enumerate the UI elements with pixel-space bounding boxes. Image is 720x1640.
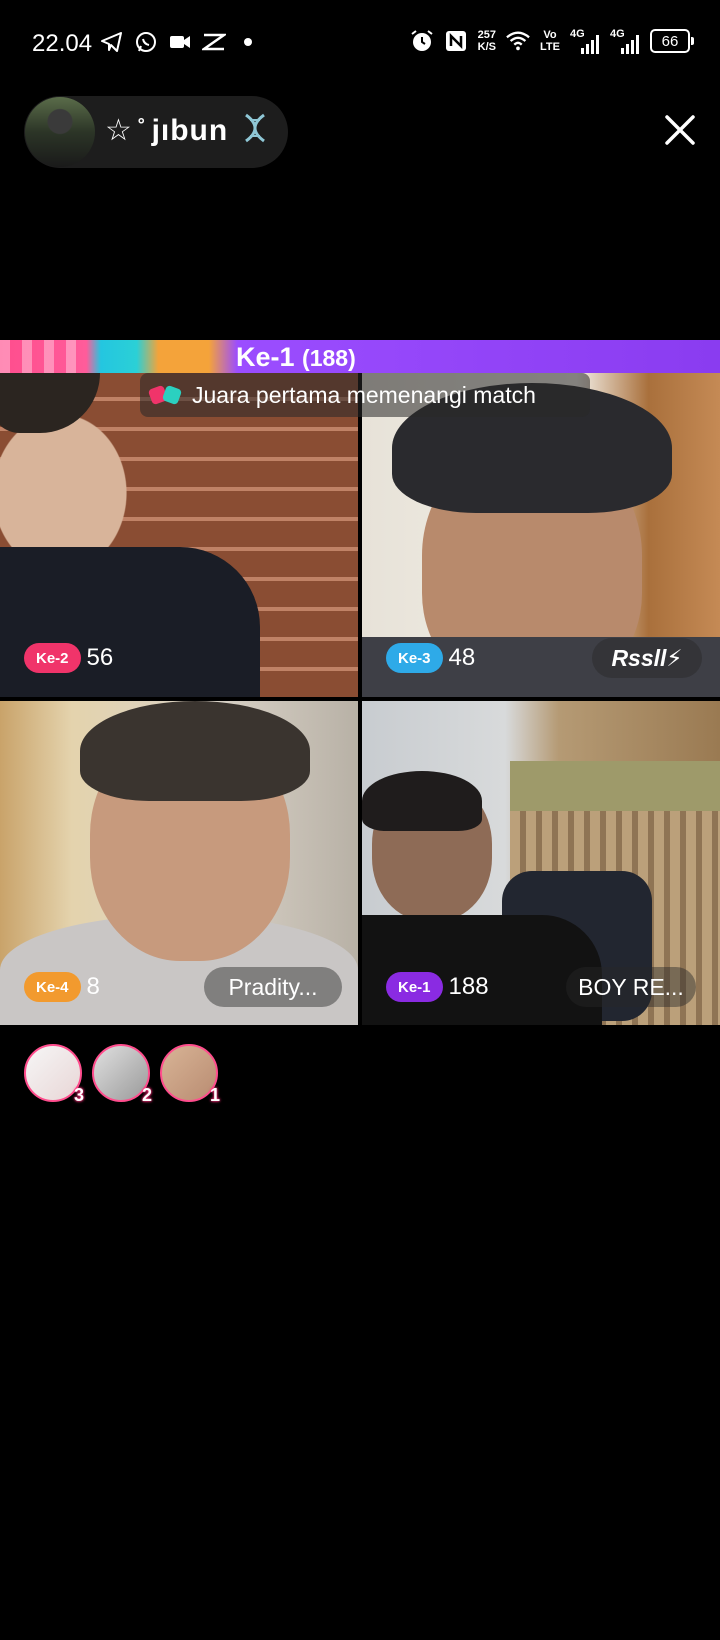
- volte-indicator: Vo LTE: [540, 29, 560, 53]
- player-score-4: Ke-4 8: [24, 967, 100, 1007]
- player-name: Rssll⚡: [611, 644, 683, 671]
- top-gifter-rank: 2: [141, 1085, 152, 1105]
- player-score: 48: [448, 644, 476, 671]
- match-notice-text: Juara pertama memenangi match: [192, 381, 536, 408]
- battery-indicator: 66: [650, 29, 694, 53]
- player-score: 8: [86, 973, 100, 1000]
- volte-bottom: LTE: [540, 41, 560, 53]
- top-gifter-rank: 1: [209, 1085, 220, 1105]
- top-gifter-avatar[interactable]: 1: [160, 1044, 220, 1105]
- player-name-pill[interactable]: Pradity...: [204, 967, 342, 1007]
- player-name: BOY RE...: [578, 973, 684, 1000]
- guest-image: [80, 701, 310, 801]
- dna-icon: [242, 113, 268, 151]
- player-score-3: Ke-3 48: [386, 638, 475, 678]
- wifi-icon: [506, 29, 530, 53]
- player-name-pill[interactable]: Rssll⚡: [592, 638, 702, 678]
- network-speed-unit: K/S: [477, 41, 497, 53]
- signal-2: 4G: [610, 28, 640, 54]
- nfc-icon: [444, 29, 468, 53]
- player-score-1: Ke-1 188: [386, 967, 489, 1007]
- close-button[interactable]: [662, 112, 698, 148]
- telegram-icon: [100, 30, 124, 54]
- player-name: Pradity...: [228, 973, 318, 1000]
- network-speed-value: 257: [477, 29, 497, 41]
- status-bar: 22.04 257 K/S Vo LTE 4G 4G 66: [0, 0, 720, 90]
- host-name[interactable]: ☆ ̊ jıbun: [105, 113, 268, 151]
- close-icon: [665, 115, 695, 145]
- capcut-icon: [202, 30, 226, 54]
- top-gifter-rank: 3: [73, 1085, 84, 1105]
- rank-badge: Ke-2: [24, 643, 81, 673]
- multi-guest-grid: [0, 373, 720, 1025]
- gloves-icon: [148, 383, 184, 407]
- player-name-pill[interactable]: BOY RE...: [566, 967, 696, 1007]
- player-score: 188: [448, 973, 489, 1000]
- signal-bars-icon: [581, 35, 599, 54]
- network-speed: 257 K/S: [478, 29, 496, 53]
- volte-top: Vo: [543, 29, 557, 41]
- rank-badge: Ke-4: [24, 972, 81, 1002]
- top-gifters: 3 2 1: [24, 1044, 220, 1105]
- top-gifter-avatar[interactable]: 3: [24, 1044, 84, 1105]
- rank-badge: Ke-3: [386, 643, 443, 673]
- signal-1: 4G: [570, 28, 600, 54]
- player-score: 56: [86, 644, 114, 671]
- signal-bars-icon: [621, 35, 639, 54]
- notification-dot-icon: [236, 30, 260, 54]
- match-notice: Juara pertama memenangi match: [140, 373, 590, 417]
- guest-image: [0, 373, 100, 433]
- status-left-icons: [100, 30, 260, 54]
- player-score-2: Ke-2 56: [24, 638, 113, 678]
- banner-rank-text: Ke-1: [236, 342, 295, 372]
- match-banner: Ke-1 (188): [0, 340, 720, 373]
- video-icon: [168, 30, 192, 54]
- guest-image: [510, 761, 720, 811]
- banner-score: (188): [302, 345, 356, 371]
- host-profile-pill[interactable]: ☆ ̊ jıbun: [24, 96, 288, 168]
- banner-rank: Ke-1 (188): [236, 342, 356, 373]
- banner-stripes: [0, 340, 80, 373]
- status-right-icons: 257 K/S Vo LTE 4G 4G 66: [410, 28, 694, 54]
- status-time: 22.04: [32, 30, 93, 57]
- rank-badge: Ke-1: [386, 972, 443, 1002]
- host-avatar[interactable]: [25, 97, 95, 167]
- guest-image: [362, 771, 482, 831]
- alarm-icon: [410, 29, 434, 53]
- top-gifter-avatar[interactable]: 2: [92, 1044, 152, 1105]
- whatsapp-icon: [134, 30, 158, 54]
- host-name-text: ☆ ̊ jıbun: [105, 113, 229, 147]
